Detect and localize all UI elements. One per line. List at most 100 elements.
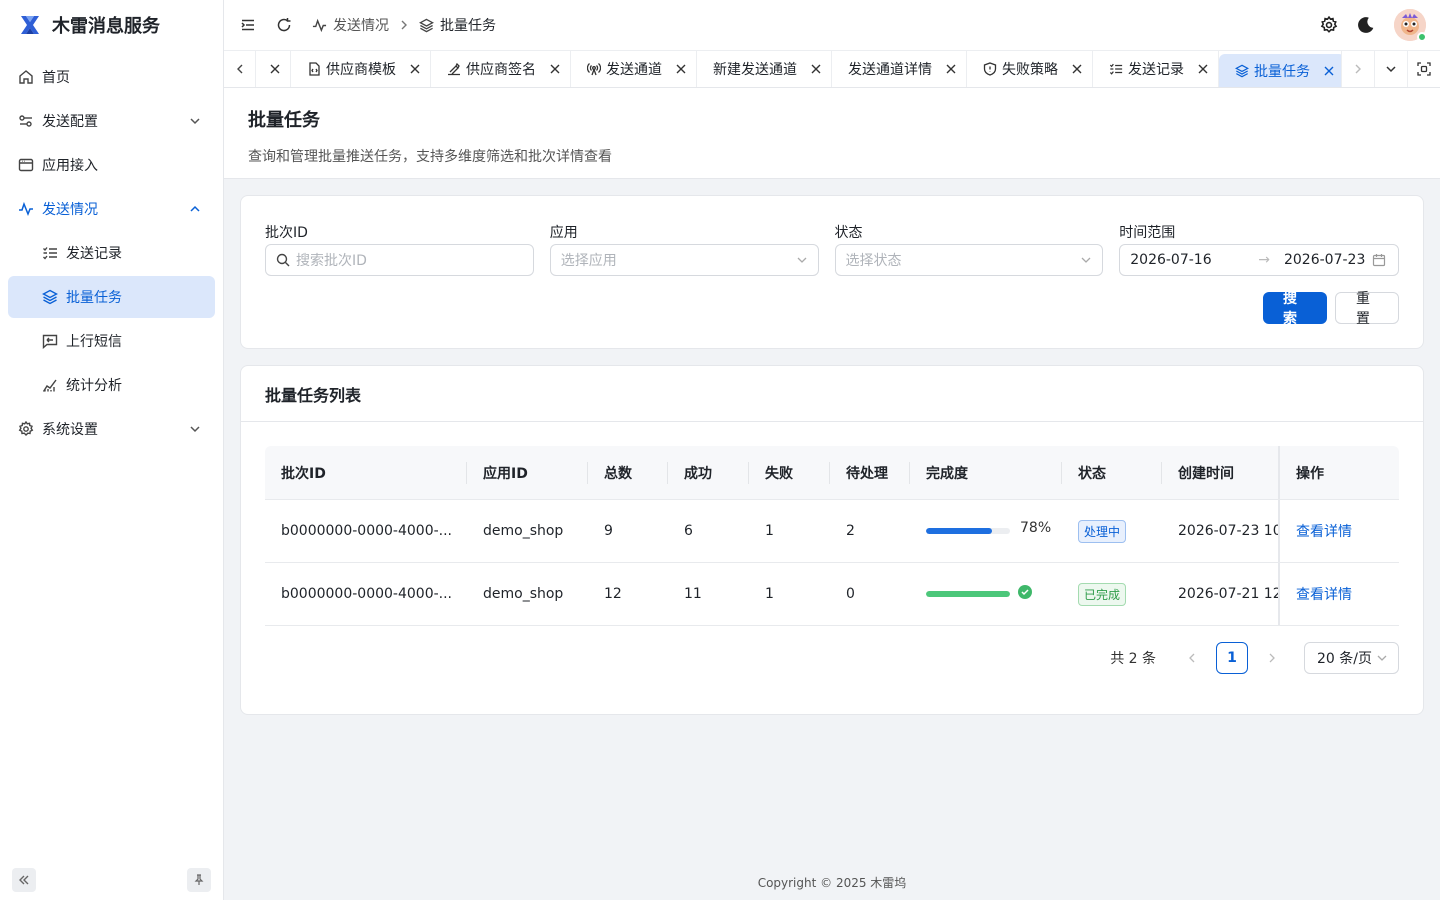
sidebar-item-send-status[interactable]: 发送情况 <box>8 188 215 230</box>
tabs-scroll-right-button[interactable] <box>1341 51 1374 87</box>
date-range-picker[interactable]: 2026-07-16 → 2026-07-23 <box>1119 244 1399 276</box>
close-icon[interactable] <box>946 64 956 74</box>
close-icon[interactable] <box>676 64 686 74</box>
chevron-down-icon <box>1386 66 1396 73</box>
status-select[interactable]: 选择状态 <box>834 244 1104 276</box>
header-actions <box>1320 0 1440 50</box>
tab-failure-policy[interactable]: 失败策略 <box>967 51 1093 87</box>
app-select[interactable]: 选择应用 <box>549 244 819 276</box>
close-icon[interactable] <box>270 64 280 74</box>
tabs-dropdown-button[interactable] <box>1374 51 1407 87</box>
next-page-button[interactable] <box>1256 642 1288 674</box>
batch-id-search-input[interactable]: 搜索批次ID <box>265 244 534 276</box>
tabs-scroll-left-button[interactable] <box>224 51 256 87</box>
reset-button[interactable]: 重置 <box>1335 291 1399 327</box>
check-circle-icon <box>1018 585 1032 599</box>
column-header: 创建时间 <box>1178 465 1234 482</box>
filter-status: 状态 选择状态 <box>834 222 1104 276</box>
search-filter-card: 批次ID 搜索批次ID 应用 选择应用 状态 选择状态 时间范围 2026-07… <box>240 195 1424 349</box>
layers-icon <box>1235 64 1249 77</box>
cell-batch-id: b0000000-0000-4000-... <box>281 586 453 602</box>
close-icon[interactable] <box>410 64 420 74</box>
close-icon[interactable] <box>1072 64 1082 74</box>
chevron-down-icon <box>1377 655 1387 661</box>
filter-app: 应用 选择应用 <box>549 222 819 276</box>
cell-total: 12 <box>604 586 622 602</box>
calendar-icon <box>1372 254 1386 267</box>
range-start-date[interactable]: 2026-07-16 <box>1130 252 1234 268</box>
cell-progress: 78% <box>910 500 1062 562</box>
tab-send-channel[interactable]: 发送通道 <box>571 51 697 87</box>
column-header: 完成度 <box>910 446 1062 499</box>
breadcrumb-item[interactable]: 发送情况 <box>333 15 389 35</box>
fullscreen-button[interactable] <box>1407 51 1440 87</box>
progress-indicator <box>926 585 1032 601</box>
sidebar-item-send-records[interactable]: 发送记录 <box>8 232 215 274</box>
sidebar-item-app-access[interactable]: 应用接入 <box>8 144 215 186</box>
tab-label: 失败策略 <box>1002 62 1058 78</box>
list-title: 批量任务列表 <box>241 366 1423 422</box>
tab-tools <box>1341 51 1440 87</box>
chevron-down-icon <box>190 118 200 125</box>
tab-send-channel-detail[interactable]: 发送通道详情 <box>832 51 967 87</box>
chevron-left-icon <box>236 64 242 74</box>
search-button[interactable]: 搜索 <box>1263 291 1327 327</box>
tab-batch-tasks[interactable]: 批量任务 <box>1219 54 1341 87</box>
chevron-down-icon <box>1081 257 1091 263</box>
collapse-sidebar-button[interactable] <box>12 868 36 892</box>
refresh-icon[interactable] <box>276 17 292 33</box>
list-check-icon <box>1109 63 1123 75</box>
table-header: 批次ID 应用ID 总数 成功 失败 待处理 完成度 状态 创建时间 操作 <box>265 446 1399 500</box>
tab-label: 批量任务 <box>1254 63 1310 80</box>
tab-bar: 供应商模板 供应商签名 发送通道 新建发送通道 发送通道详情 失败策略 发送记录… <box>224 50 1440 88</box>
list-check-icon <box>43 247 57 260</box>
top-header: 发送情况 批量任务 <box>224 0 1440 50</box>
sidebar-item-home[interactable]: 首页 <box>8 56 215 98</box>
tab-hidden-partial[interactable] <box>256 51 291 87</box>
prev-page-button[interactable] <box>1176 642 1208 674</box>
dark-mode-moon-icon[interactable] <box>1357 16 1375 34</box>
tab-send-records[interactable]: 发送记录 <box>1093 51 1219 87</box>
sidebar-item-inbound-sms[interactable]: 上行短信 <box>8 320 215 362</box>
tab-vendor-signature[interactable]: 供应商签名 <box>431 51 571 87</box>
cell-status: 已完成 <box>1062 563 1162 625</box>
layers-icon <box>419 18 434 32</box>
column-header: 应用ID <box>467 446 588 499</box>
pagination: 共 2 条 1 20 条/页 <box>1110 642 1399 674</box>
status-badge: 处理中 <box>1078 519 1127 543</box>
page-size-select[interactable]: 20 条/页 <box>1304 642 1399 674</box>
tab-label: 新建发送通道 <box>713 62 797 78</box>
sidebar-item-send-config[interactable]: 发送配置 <box>8 100 215 142</box>
close-icon[interactable] <box>811 64 821 74</box>
app-logo[interactable]: 木雷消息服务 <box>0 0 223 50</box>
column-header: 待处理 <box>830 446 910 499</box>
chevron-left-icon <box>1189 653 1195 663</box>
page-title: 批量任务 <box>248 110 320 131</box>
cell-app-id: demo_shop <box>483 586 564 602</box>
cell-action: 查看详情 <box>1278 563 1399 625</box>
page-number-button[interactable]: 1 <box>1216 642 1248 674</box>
close-icon[interactable] <box>1198 64 1208 74</box>
page-size-value: 20 条/页 <box>1317 651 1372 667</box>
shield-alert-icon <box>983 62 997 76</box>
tab-label: 发送记录 <box>1128 62 1184 78</box>
tab-new-send-channel[interactable]: 新建发送通道 <box>697 51 832 87</box>
tab-vendor-template[interactable]: 供应商模板 <box>291 51 431 87</box>
chevron-down-icon <box>190 426 200 433</box>
close-icon[interactable] <box>550 64 560 74</box>
sidebar-item-label: 发送配置 <box>42 114 98 130</box>
user-avatar[interactable] <box>1394 9 1427 42</box>
view-detail-link[interactable]: 查看详情 <box>1296 521 1352 541</box>
sidebar-item-analytics[interactable]: 统计分析 <box>8 364 215 406</box>
settings-gear-icon[interactable] <box>1320 16 1338 34</box>
menu-toggle-icon[interactable] <box>240 17 256 33</box>
pin-sidebar-button[interactable] <box>187 868 211 892</box>
sidebar-item-label: 应用接入 <box>42 158 98 174</box>
sidebar: 木雷消息服务 首页 发送配置 应用接入 发送情况 发送记录 批量任务 上行短信 … <box>0 0 224 900</box>
sidebar-item-system-settings[interactable]: 系统设置 <box>8 408 215 450</box>
sidebar-item-batch-tasks[interactable]: 批量任务 <box>8 276 215 318</box>
chevron-right-icon <box>1355 64 1361 74</box>
close-icon[interactable] <box>1324 66 1334 76</box>
view-detail-link[interactable]: 查看详情 <box>1296 584 1352 604</box>
filter-row: 批次ID 搜索批次ID 应用 选择应用 状态 选择状态 时间范围 2026-07… <box>265 222 1399 276</box>
